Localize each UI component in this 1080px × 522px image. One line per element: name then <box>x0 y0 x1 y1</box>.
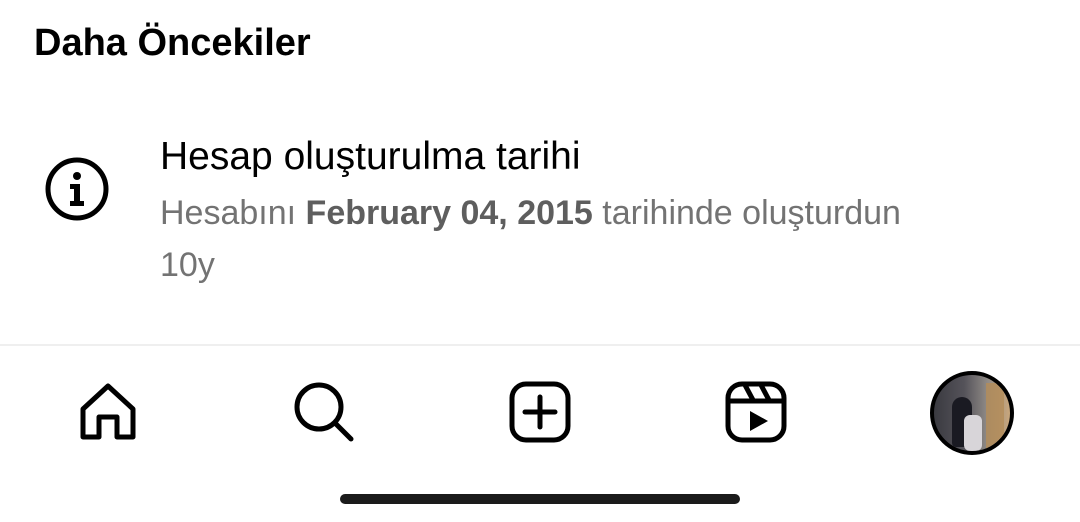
description-prefix: Hesabını <box>160 194 297 232</box>
search-icon <box>291 379 357 445</box>
bottom-tab-bar <box>0 346 1080 476</box>
avatar <box>930 371 1014 455</box>
tab-search[interactable] <box>288 376 360 448</box>
tab-home[interactable] <box>72 376 144 448</box>
item-description: Hesabını February 04, 2015 tarihinde olu… <box>160 192 901 234</box>
section-title: Daha Öncekiler <box>34 22 311 64</box>
item-title: Hesap oluşturulma tarihi <box>160 135 581 178</box>
tab-create[interactable] <box>504 376 576 448</box>
tab-reels[interactable] <box>720 376 792 448</box>
account-created-item[interactable]: Hesap oluşturulma tarihi Hesabını Februa… <box>0 120 1080 300</box>
tab-profile[interactable] <box>930 371 1014 455</box>
reels-icon <box>723 379 789 445</box>
creation-date: February 04, 2015 <box>305 194 593 232</box>
plus-square-icon <box>507 379 573 445</box>
item-age: 10y <box>160 246 215 284</box>
home-icon <box>75 379 141 445</box>
description-suffix: tarihinde oluşturdun <box>602 194 901 232</box>
home-indicator[interactable] <box>340 494 740 504</box>
account-activity-screen: Daha Öncekiler Hesap oluşturulma tarihi … <box>0 0 1080 522</box>
info-icon <box>44 156 110 222</box>
